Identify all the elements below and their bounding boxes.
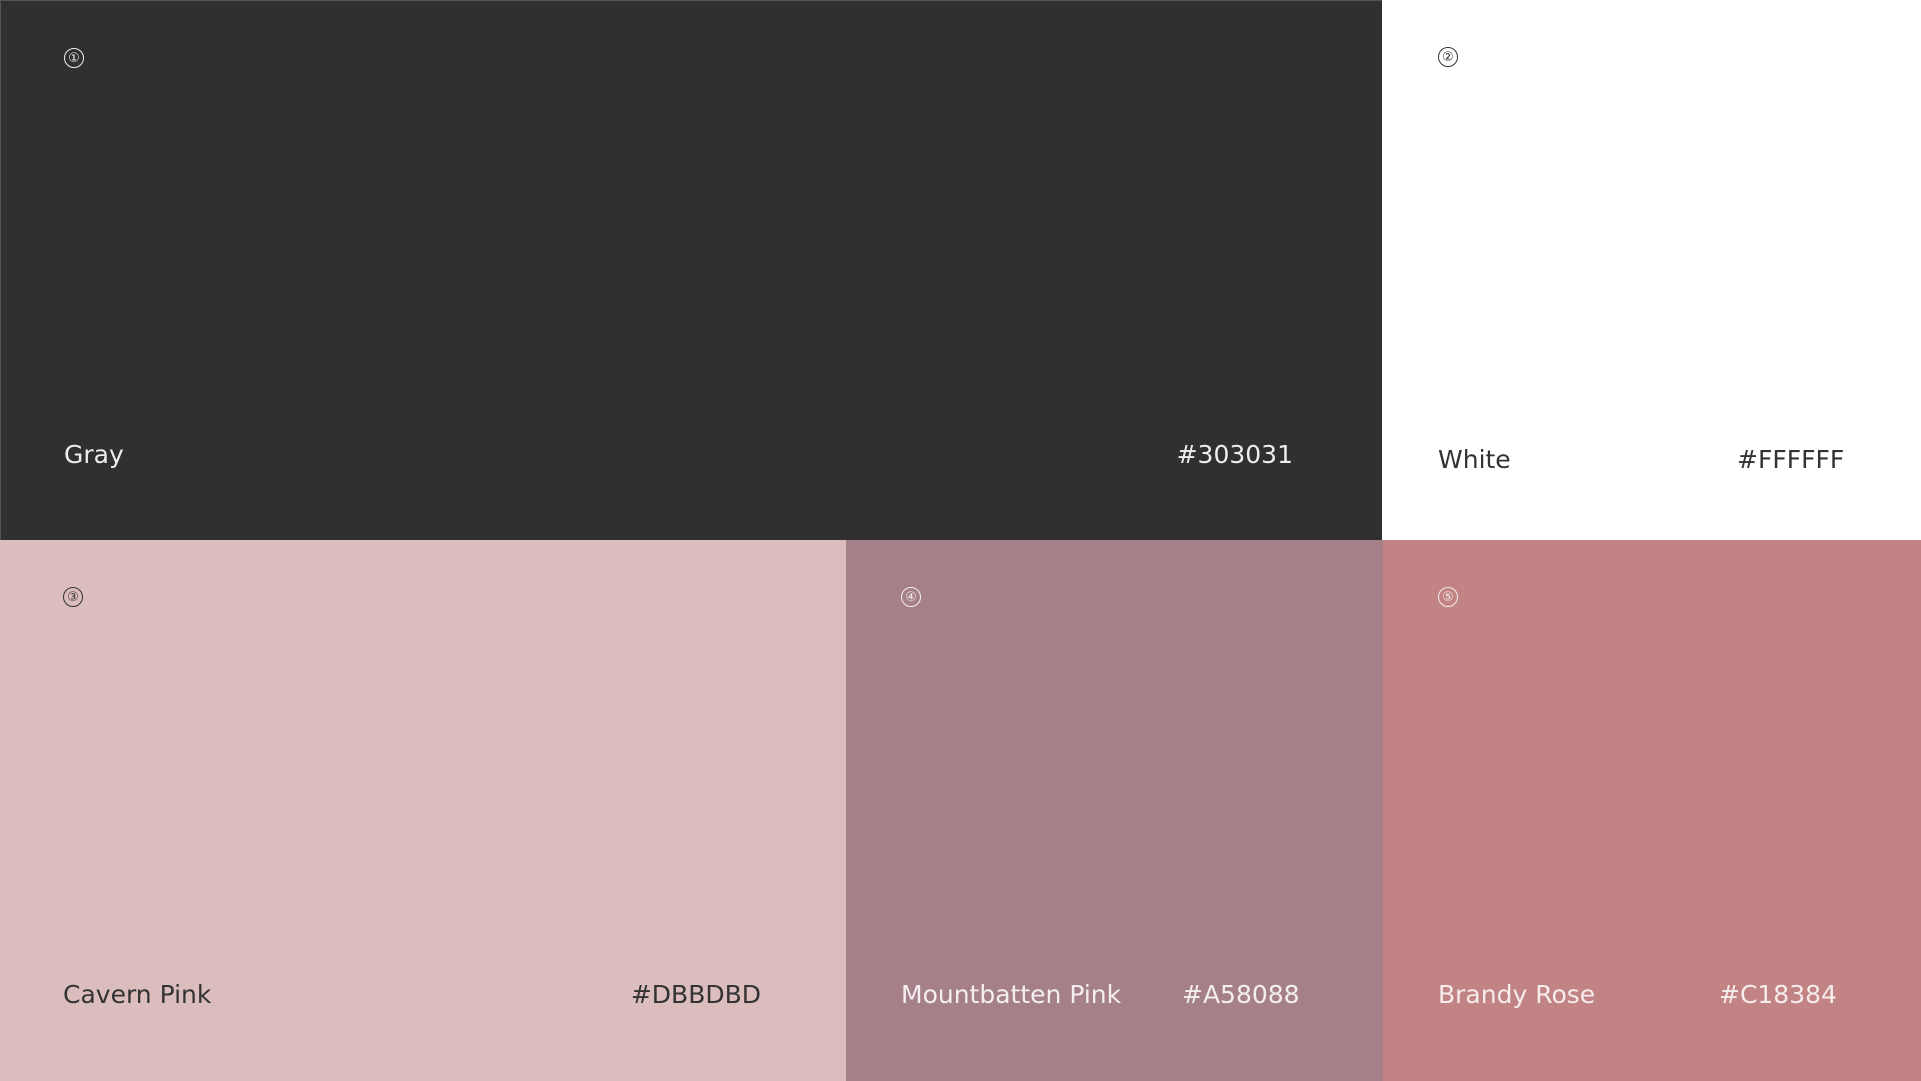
swatch-hex-code: #FFFFFF [1737, 445, 1845, 474]
swatch-number-badge: ③ [63, 587, 83, 607]
swatch-brandy-rose: ⑤ Brandy Rose #C18384 [1383, 540, 1921, 1081]
swatch-number-badge: ① [64, 48, 84, 68]
swatch-number-badge: ④ [901, 587, 921, 607]
swatch-name: Gray [64, 440, 124, 469]
swatch-name: Mountbatten Pink [901, 980, 1122, 1009]
swatch-hex-code: #A58088 [1182, 980, 1300, 1009]
swatch-name: Cavern Pink [63, 980, 212, 1009]
swatch-gray: ① Gray #303031 [0, 0, 1382, 540]
swatch-hex-code: #C18384 [1719, 980, 1837, 1009]
color-palette: ① Gray #303031 ② White #FFFFFF ③ Cavern … [0, 0, 1921, 1081]
swatch-hex-code: #DBBDBD [630, 980, 761, 1009]
swatch-cavern-pink: ③ Cavern Pink #DBBDBD [0, 540, 846, 1081]
swatch-name: White [1438, 445, 1511, 474]
swatch-mountbatten-pink: ④ Mountbatten Pink #A58088 [846, 540, 1383, 1081]
swatch-number-badge: ② [1438, 47, 1458, 67]
swatch-hex-code: #303031 [1176, 440, 1293, 469]
swatch-white: ② White #FFFFFF [1382, 0, 1921, 540]
swatch-number-badge: ⑤ [1438, 587, 1458, 607]
swatch-name: Brandy Rose [1438, 980, 1596, 1009]
